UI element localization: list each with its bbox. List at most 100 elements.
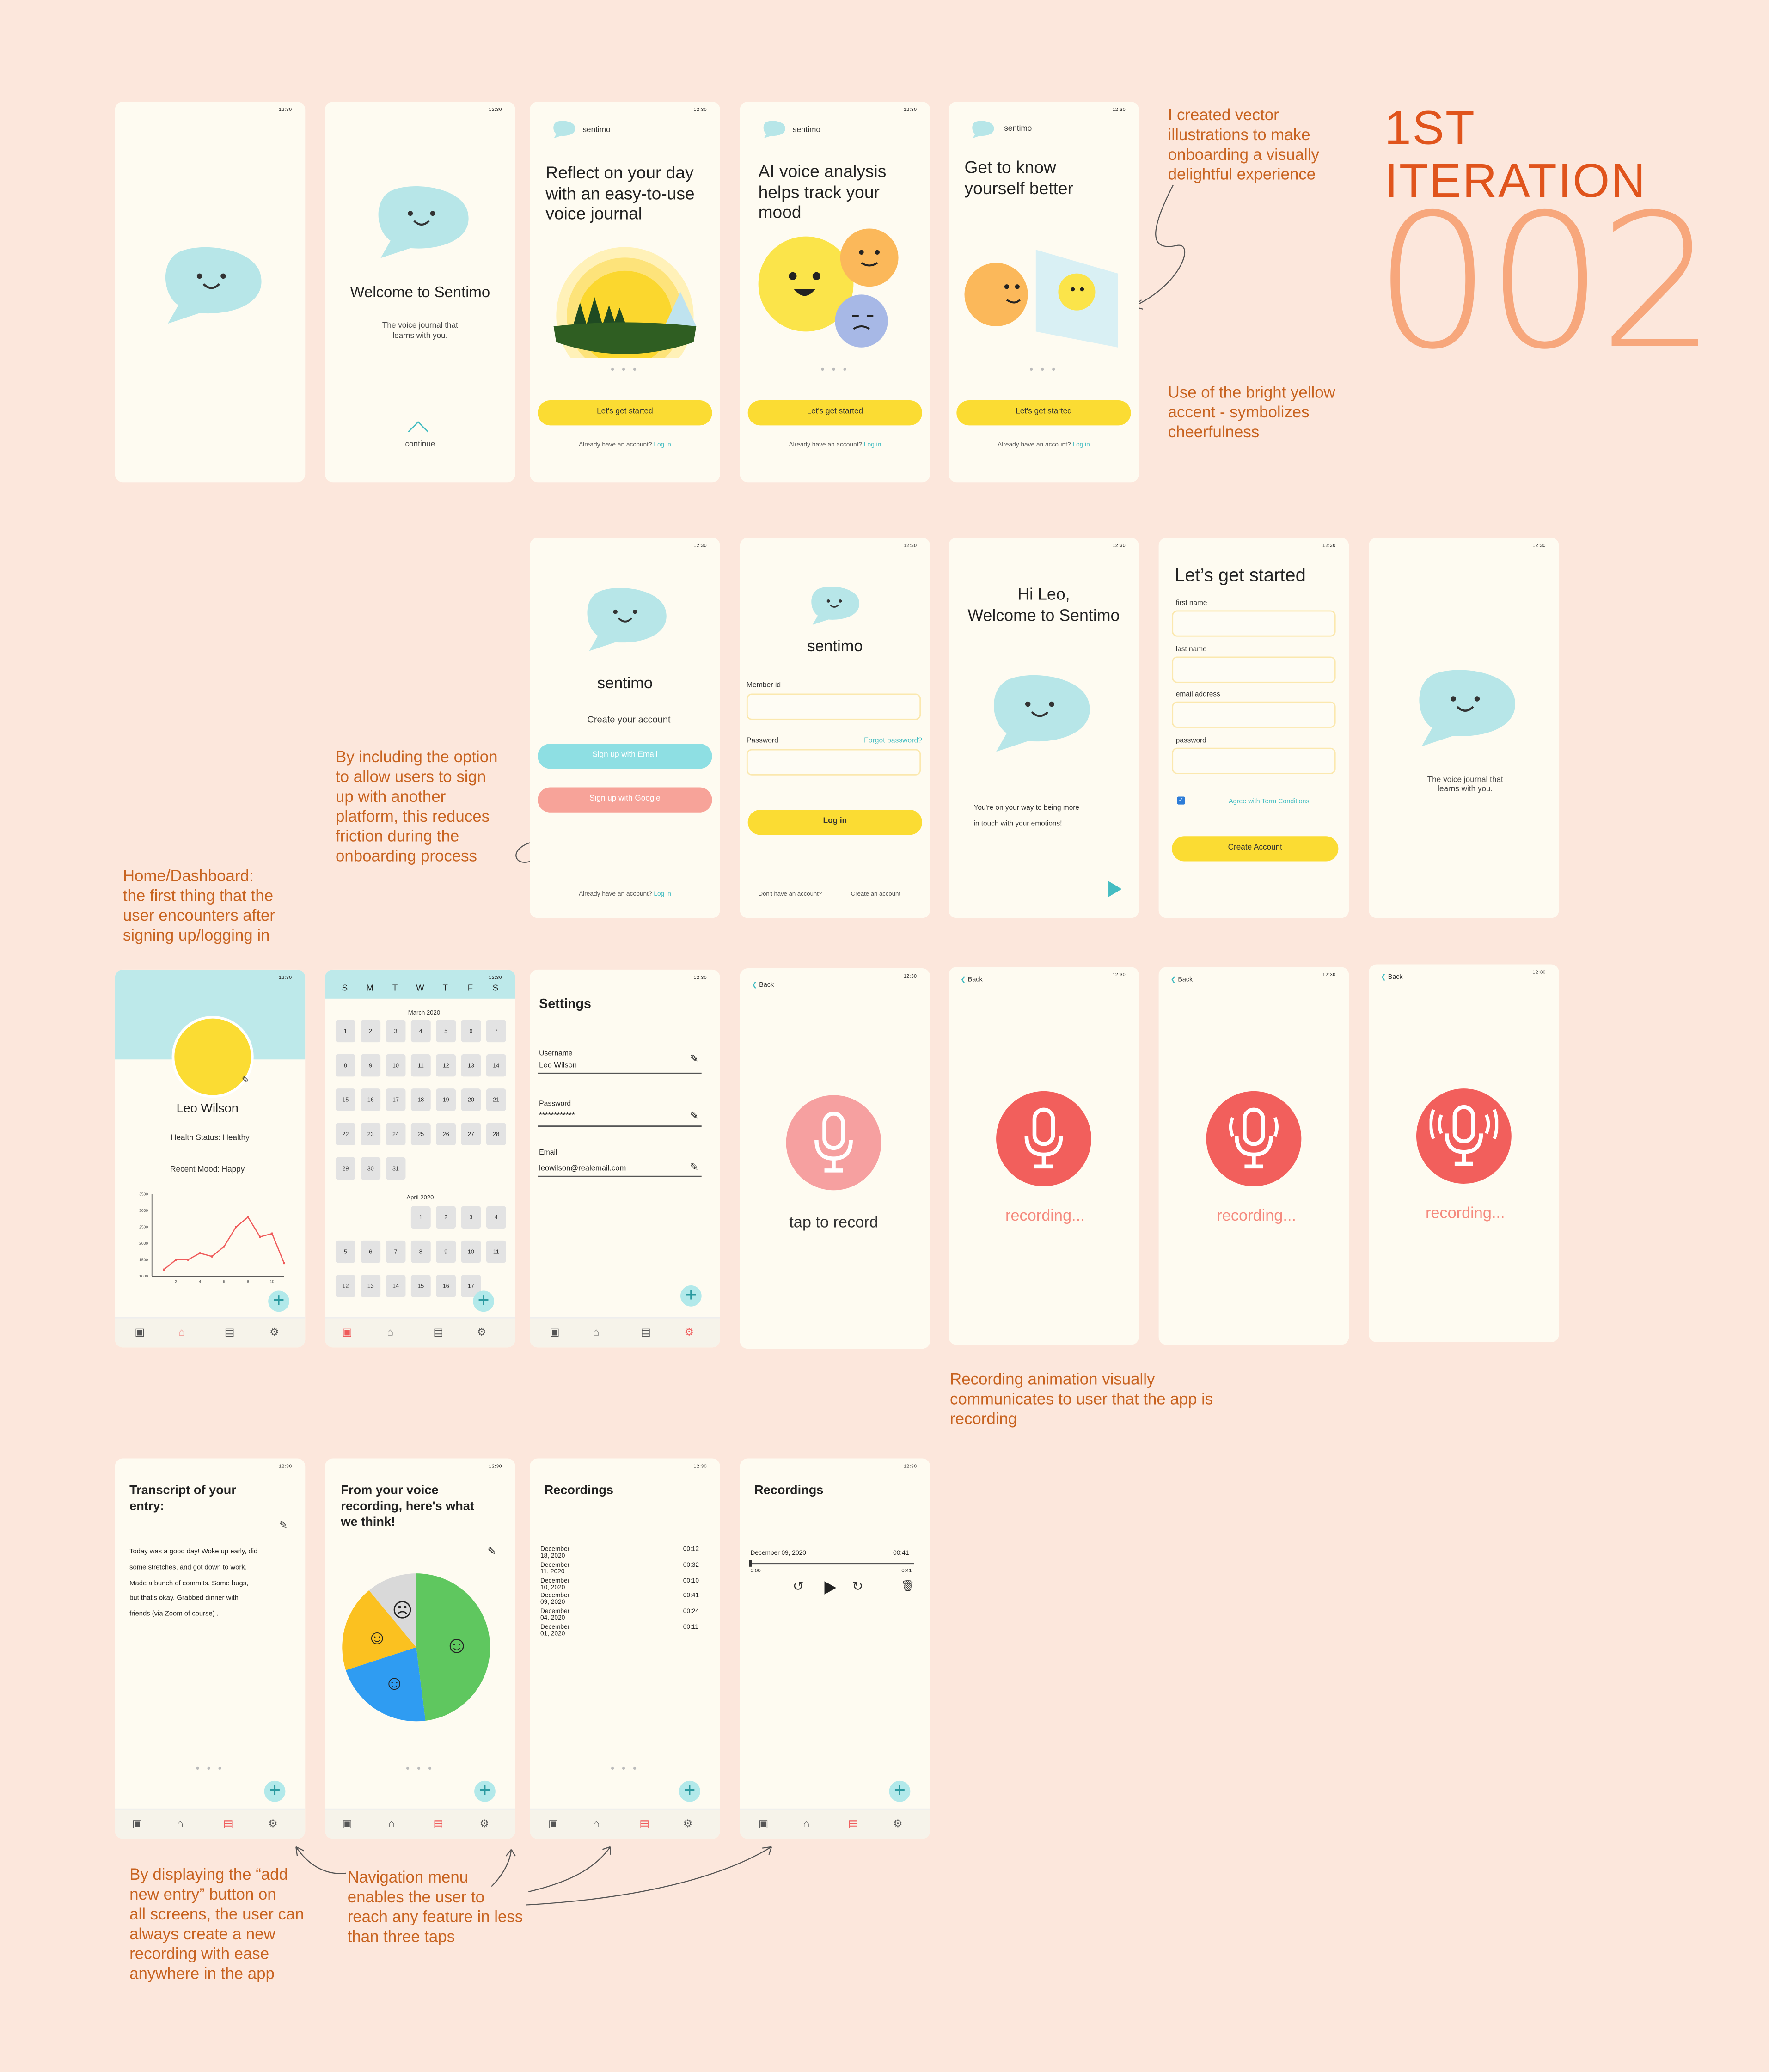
calendar-day[interactable]: 19 [436,1088,456,1111]
next-arrow-icon[interactable] [1108,881,1122,897]
calendar-day[interactable]: 4 [410,1020,431,1043]
calendar-day[interactable]: 16 [436,1275,456,1297]
nav-settings-icon[interactable]: ⚙ [685,1326,694,1339]
back-button[interactable]: ❮ Back [752,982,774,990]
nav-home-icon[interactable]: ⌂ [387,1326,393,1339]
nav-settings-icon[interactable]: ⚙ [480,1818,489,1830]
signup-google-button[interactable]: Sign up with Google [538,787,712,813]
nav-settings-icon[interactable]: ⚙ [268,1818,277,1830]
calendar-day[interactable]: 21 [486,1088,506,1111]
login-link[interactable]: Log in [864,442,881,449]
get-started-button[interactable]: Let's get started [747,400,923,426]
rewind-icon[interactable]: ↺ [793,1580,804,1594]
email-input[interactable] [1172,701,1336,728]
forgot-password-link[interactable]: Forgot password? [864,737,922,745]
nav-settings-icon[interactable]: ⚙ [269,1326,279,1339]
nav-home-icon[interactable]: ⌂ [388,1818,395,1830]
nav-home-icon[interactable]: ⌂ [178,1326,185,1339]
calendar-day[interactable]: 1 [410,1206,431,1229]
edit-email-icon[interactable]: ✎ [690,1161,698,1173]
calendar-day[interactable]: 15 [410,1275,431,1297]
continue-button[interactable]: continue [325,441,515,449]
recording-date[interactable]: December 10, 2020 [540,1578,569,1591]
agree-checkbox[interactable]: ✓ [1177,796,1185,805]
add-entry-button[interactable]: + [679,1780,700,1802]
calendar-day[interactable]: 3 [386,1020,406,1043]
login-button[interactable]: Log in [747,810,923,835]
calendar-day[interactable]: 9 [436,1240,456,1263]
calendar-day[interactable]: 5 [335,1240,355,1263]
nav-journal-icon[interactable]: ▤ [639,1818,649,1830]
calendar-day[interactable]: 29 [335,1157,355,1180]
calendar-day[interactable]: 14 [386,1275,406,1297]
nav-calendar-icon[interactable]: ▣ [550,1326,560,1339]
nav-calendar-icon[interactable]: ▣ [342,1326,352,1339]
calendar-day[interactable]: 25 [410,1123,431,1146]
calendar-day[interactable]: 6 [361,1240,381,1263]
calendar-day[interactable]: 15 [335,1088,355,1111]
calendar-day[interactable]: 11 [486,1240,506,1263]
calendar-day[interactable]: 26 [436,1123,456,1146]
add-entry-button[interactable]: + [264,1780,286,1802]
nav-calendar-icon[interactable]: ▣ [135,1326,145,1339]
calendar-day[interactable]: 16 [361,1088,381,1111]
nav-calendar-icon[interactable]: ▣ [342,1818,352,1830]
calendar-day[interactable]: 28 [486,1123,506,1146]
delete-icon[interactable]: 🗑 [901,1580,914,1592]
recording-date[interactable]: December 09, 2020 [540,1594,569,1607]
member-id-input[interactable] [746,693,921,720]
back-button[interactable]: ❮ Back [1381,973,1403,981]
create-account-button[interactable]: Create Account [1172,836,1339,862]
nav-journal-icon[interactable]: ▤ [641,1326,651,1339]
nav-calendar-icon[interactable]: ▣ [759,1818,769,1830]
play-icon[interactable] [824,1581,837,1595]
calendar-day[interactable]: 7 [486,1020,506,1043]
add-entry-button[interactable]: + [474,1780,496,1802]
password-input[interactable] [1172,747,1336,774]
login-link[interactable]: Log in [1072,442,1090,449]
calendar-day[interactable]: 8 [335,1054,355,1077]
back-button[interactable]: ❮ Back [961,976,983,984]
chevron-up-icon[interactable] [408,421,428,442]
nav-journal-icon[interactable]: ▤ [433,1818,443,1830]
edit-password-icon[interactable]: ✎ [690,1110,698,1122]
calendar-day[interactable]: 12 [436,1054,456,1077]
edit-icon[interactable]: ✎ [242,1076,250,1086]
calendar-day[interactable]: 23 [361,1123,381,1146]
back-button[interactable]: ❮ Back [1170,976,1193,984]
calendar-day[interactable]: 13 [461,1054,481,1077]
nav-journal-icon[interactable]: ▤ [848,1818,858,1830]
calendar-day[interactable]: 6 [461,1020,481,1043]
nav-journal-icon[interactable]: ▤ [225,1326,235,1339]
edit-icon[interactable]: ✎ [279,1519,288,1531]
playhead[interactable] [749,1560,751,1567]
forward-icon[interactable]: ↻ [852,1580,863,1594]
nav-home-icon[interactable]: ⌂ [593,1326,600,1339]
calendar-day[interactable]: 10 [386,1054,406,1077]
add-entry-button[interactable]: + [473,1290,494,1312]
nav-home-icon[interactable]: ⌂ [803,1818,810,1830]
edit-icon[interactable]: ✎ [488,1546,496,1558]
calendar-day[interactable]: 27 [461,1123,481,1146]
password-value[interactable]: ************ [539,1112,575,1120]
nav-settings-icon[interactable]: ⚙ [683,1818,692,1830]
create-account-link[interactable]: Create an account [851,890,900,897]
get-started-button[interactable]: Let's get started [956,400,1131,426]
password-input[interactable] [746,749,921,776]
recording-date[interactable]: December 01, 2020 [540,1625,569,1638]
nav-home-icon[interactable]: ⌂ [177,1818,184,1830]
calendar-day[interactable]: 30 [361,1157,381,1180]
edit-username-icon[interactable]: ✎ [690,1053,698,1065]
nav-calendar-icon[interactable]: ▣ [548,1818,558,1830]
calendar-day[interactable]: 17 [386,1088,406,1111]
get-started-button[interactable]: Let's get started [538,400,712,426]
nav-settings-icon[interactable]: ⚙ [893,1818,902,1830]
calendar-day[interactable]: 10 [461,1240,481,1263]
agree-terms-link[interactable]: Agree with Term Conditions [1229,798,1310,806]
recording-date[interactable]: December 04, 2020 [540,1609,569,1623]
calendar-day[interactable]: 20 [461,1088,481,1111]
signup-email-button[interactable]: Sign up with Email [538,744,712,769]
progress-track[interactable] [750,1563,914,1565]
calendar-day[interactable]: 4 [486,1206,506,1229]
calendar-day[interactable]: 2 [436,1206,456,1229]
